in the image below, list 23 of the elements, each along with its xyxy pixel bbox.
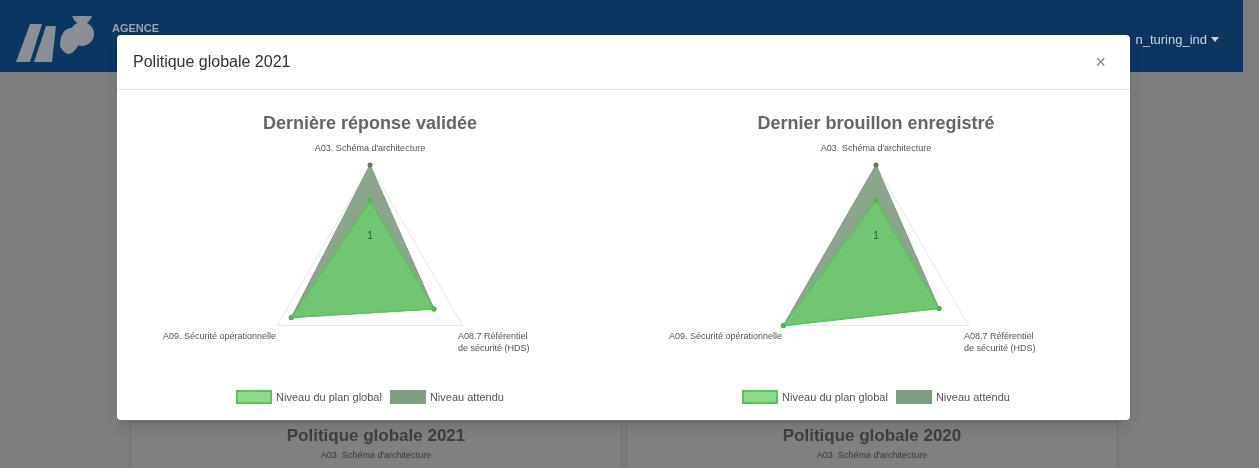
axis-label: A03. Schéma d'architecture: [314, 143, 426, 153]
axis-label: A09. Sécurité opérationnelle: [162, 331, 276, 341]
axis-label: A03. Schéma d'architecture: [816, 449, 928, 462]
chart-title: Dernier brouillon enregistré: [757, 112, 995, 135]
modal-title: Politique globale 2021: [133, 52, 291, 72]
legend-label: Niveau du plan global: [276, 390, 382, 405]
card-title: Politique globale 2020: [782, 425, 962, 447]
legend-label: Niveau du plan global: [782, 390, 888, 405]
close-button[interactable]: ×: [1095, 53, 1114, 71]
tick-label: 1: [367, 230, 373, 241]
legend-label: Niveau attendu: [935, 390, 1010, 405]
logo-text: AGENCE: [112, 21, 160, 36]
chart-title: Dernière réponse validée: [262, 112, 478, 135]
axis-label: A09. Sécurité opérationnelle: [668, 331, 782, 341]
axis-label: A08.7 Référentiel de sécurité (HDS): [964, 331, 1036, 353]
axis-label: A03. Schéma d'architecture: [820, 143, 932, 153]
user-menu[interactable]: n_turing_ind: [1135, 30, 1219, 50]
legend-label: Niveau attendu: [429, 390, 504, 405]
axis-label: A03. Schéma d'architecture: [320, 449, 432, 462]
tick-label: 1: [873, 230, 879, 241]
caret-icon: [1211, 37, 1219, 43]
axis-label: A08.7 Référentiel de sécurité (HDS): [458, 331, 530, 353]
card-title: Politique globale 2021: [286, 425, 466, 447]
